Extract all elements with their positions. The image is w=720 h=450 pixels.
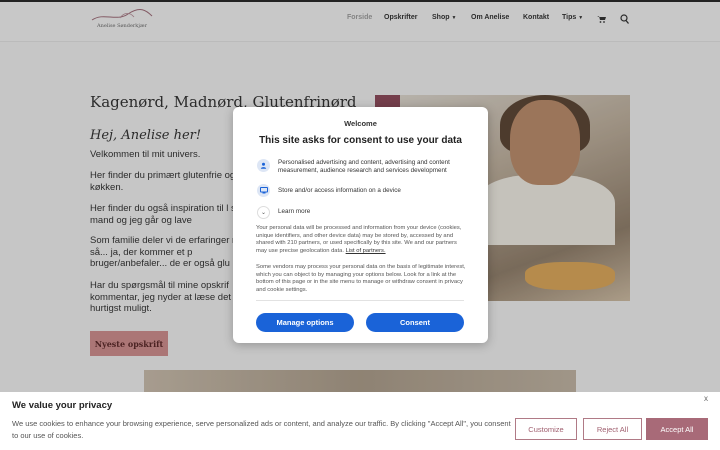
purpose-personalised-ads: Personalised advertising and content, ad…	[278, 159, 450, 174]
consent-button[interactable]: Consent	[366, 313, 464, 332]
dialog-title: This site asks for consent to use your d…	[259, 135, 462, 146]
dialog-body-text: Your personal data will be processed and…	[256, 225, 466, 255]
cookie-banner: We value your privacy We use cookies to …	[0, 392, 720, 450]
person-icon	[257, 159, 270, 172]
cookie-banner-text: We use cookies to enhance your browsing …	[12, 419, 511, 440]
device-icon	[257, 184, 270, 197]
accept-all-button[interactable]: Accept All	[646, 418, 708, 440]
dialog-welcome: Welcome	[344, 119, 377, 128]
manage-options-button[interactable]: Manage options	[256, 313, 354, 332]
cookie-banner-title: We value your privacy	[12, 400, 113, 411]
reject-all-button[interactable]: Reject All	[583, 418, 642, 440]
learn-more-link[interactable]: Learn more	[278, 208, 473, 216]
purpose-store-access: Store and/or access information on a dev…	[278, 187, 401, 194]
partners-link[interactable]: List of partners.	[346, 248, 386, 254]
chevron-down-icon[interactable]: ⌄	[257, 206, 270, 219]
customize-button[interactable]: Customize	[515, 418, 577, 440]
close-icon[interactable]: x	[704, 394, 708, 403]
dialog-body-paragraph: Some vendors may process your personal d…	[256, 264, 466, 293]
consent-dialog: Welcome This site asks for consent to us…	[233, 107, 488, 343]
dialog-divider	[256, 300, 464, 301]
